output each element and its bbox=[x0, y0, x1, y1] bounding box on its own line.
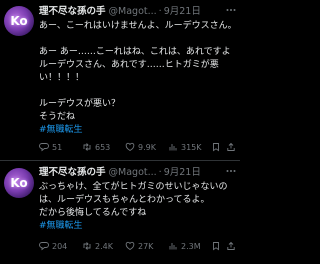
reply-icon bbox=[39, 242, 49, 251]
tweet-actions: 51 653 9.9K 315K bbox=[39, 140, 236, 154]
tweet-text-line: ルーデウスさん、あれです……ヒトガミが悪 bbox=[39, 60, 219, 70]
like-count: 9.9K bbox=[138, 142, 156, 152]
tweet-text-line: そうだね bbox=[39, 112, 76, 122]
author-name[interactable]: 理不尽な孫の手 bbox=[39, 5, 106, 19]
header-separator: · bbox=[158, 167, 162, 178]
bookmark-button[interactable] bbox=[211, 140, 221, 154]
author-name[interactable]: 理不尽な孫の手 bbox=[39, 166, 106, 180]
avatar-glyph: Ko bbox=[10, 14, 28, 28]
reply-count: 51 bbox=[52, 142, 63, 152]
views-count: 2.3M bbox=[181, 241, 201, 251]
hashtag-link[interactable]: #無職転生 bbox=[39, 124, 236, 137]
reply-count: 204 bbox=[52, 241, 68, 251]
tweet-text-gap bbox=[39, 33, 236, 46]
author-handle[interactable]: @Magot... bbox=[109, 166, 157, 180]
more-horizontal-icon[interactable] bbox=[226, 166, 238, 180]
views-chart-icon bbox=[169, 243, 177, 250]
tweet-text: あー、こーれはいけませんよ、ルーデウスさん。 あー あー……こーれはね、これは、… bbox=[39, 20, 237, 137]
share-icon bbox=[227, 241, 235, 250]
retweet-button[interactable]: 2.4K bbox=[82, 239, 125, 253]
avatar[interactable]: Ko bbox=[4, 168, 34, 198]
tweet-date[interactable]: 9月21日 bbox=[164, 166, 201, 180]
tweet-text-line: ぶっちゃけ、全てがヒトガミのせいじゃないの bbox=[39, 182, 228, 192]
reply-button[interactable]: 51 bbox=[39, 140, 82, 154]
bookmark-icon bbox=[213, 242, 219, 251]
retweet-count: 2.4K bbox=[95, 241, 113, 251]
share-button[interactable] bbox=[226, 239, 236, 253]
heart-icon bbox=[125, 241, 135, 251]
tweet-text: ぶっちゃけ、全てがヒトガミのせいじゃないの は、ルーデウスもちゃんとわかってるよ… bbox=[39, 181, 236, 233]
tweet-text-line: だから後悔してるんですね bbox=[39, 208, 147, 218]
tweet-date[interactable]: 9月21日 bbox=[164, 5, 201, 19]
views-button[interactable]: 315K bbox=[168, 140, 211, 154]
share-button[interactable] bbox=[226, 140, 236, 154]
bookmark-button[interactable] bbox=[211, 239, 221, 253]
reply-icon bbox=[39, 143, 49, 152]
reply-button[interactable]: 204 bbox=[39, 239, 82, 253]
header-separator: · bbox=[158, 6, 162, 17]
like-button[interactable]: 9.9K bbox=[125, 140, 168, 154]
tweet-text-line: は、ルーデウスもちゃんとわかってるよ。 bbox=[39, 195, 210, 205]
avatar-glyph: Ko bbox=[10, 176, 28, 190]
tweet[interactable]: Ko 理不尽な孫の手 @Magot... · 9月21日 あー、こーれはいけませ… bbox=[0, 0, 240, 160]
tweet-text-line: あー、こーれはいけませんよ、ルーデウスさん。 bbox=[39, 21, 237, 31]
tweet-text-line: ルーデウスが悪い？ bbox=[39, 99, 121, 109]
tweet-header: 理不尽な孫の手 @Magot... · 9月21日 bbox=[39, 166, 238, 180]
author-handle[interactable]: @Magot... bbox=[109, 5, 157, 19]
like-count: 27K bbox=[138, 241, 154, 251]
bookmark-icon bbox=[213, 143, 219, 152]
like-button[interactable]: 27K bbox=[125, 239, 168, 253]
views-button[interactable]: 2.3M bbox=[168, 239, 211, 253]
retweet-icon bbox=[83, 242, 91, 250]
timeline-feed: Ko 理不尽な孫の手 @Magot... · 9月21日 あー、こーれはいけませ… bbox=[0, 0, 240, 264]
share-icon bbox=[227, 142, 235, 151]
heart-icon bbox=[125, 142, 135, 152]
views-count: 315K bbox=[181, 142, 202, 152]
retweet-count: 653 bbox=[95, 142, 111, 152]
avatar[interactable]: Ko bbox=[4, 6, 34, 36]
hashtag-link[interactable]: #無職転生 bbox=[39, 220, 236, 233]
more-horizontal-icon[interactable] bbox=[226, 5, 238, 19]
tweet-text-line: あー あー……こーれはね、これは、あれですよ bbox=[39, 47, 231, 57]
tweet[interactable]: Ko 理不尽な孫の手 @Magot... · 9月21日 ぶっちゃけ、全てがヒト… bbox=[0, 160, 240, 264]
tweet-actions: 204 2.4K 27K 2.3M bbox=[39, 239, 236, 253]
tweet-text-gap bbox=[39, 85, 236, 98]
tweet-header: 理不尽な孫の手 @Magot... · 9月21日 bbox=[39, 5, 238, 19]
tweet-text-line: い！！！！ bbox=[39, 73, 85, 83]
retweet-button[interactable]: 653 bbox=[82, 140, 125, 154]
views-chart-icon bbox=[169, 144, 177, 151]
retweet-icon bbox=[83, 143, 91, 151]
